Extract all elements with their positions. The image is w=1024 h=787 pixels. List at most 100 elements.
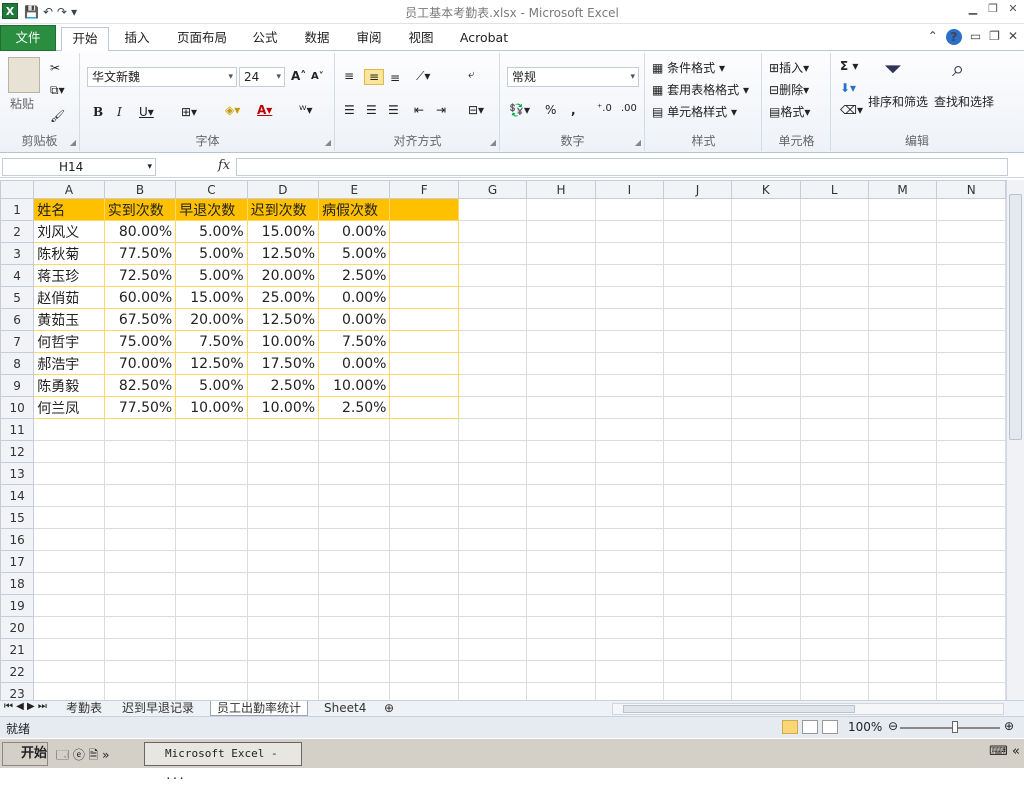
cell-c16[interactable] [175,528,248,551]
cell-g13[interactable] [457,462,528,485]
cell-b18[interactable] [103,572,177,595]
cell-k23[interactable] [731,682,801,700]
taskbar-excel-item[interactable]: Microsoft Excel - ... [144,742,302,782]
cell-a1[interactable]: 姓名 [33,198,105,221]
cell-b21[interactable] [103,638,177,661]
select-all-corner[interactable] [0,180,35,199]
font-size-select[interactable]: 24 ▾ [239,67,285,87]
zoom-level[interactable]: 100% [848,720,882,734]
cell-f4[interactable] [389,264,459,287]
cell-d6[interactable]: 12.50% [246,308,320,331]
cell-m6[interactable] [867,308,938,331]
row-header[interactable]: 23 [0,682,35,700]
cell-i1[interactable] [594,198,664,221]
cell-l8[interactable] [799,352,869,375]
cell-i15[interactable] [594,506,664,529]
cell-a11[interactable] [33,418,105,441]
cell-c1[interactable]: 早退次数 [175,198,248,221]
row-header[interactable]: 11 [0,418,35,441]
cell-b7[interactable]: 75.00% [103,330,177,353]
cell-d16[interactable] [246,528,320,551]
cell-h1[interactable] [526,198,596,221]
formula-input[interactable] [236,158,1008,176]
zoom-out-icon[interactable]: ⊖ [888,719,898,733]
grow-font-icon[interactable]: A˄ [291,69,306,83]
cell-c14[interactable] [175,484,248,507]
vertical-scrollbar[interactable] [1006,180,1024,700]
column-header-e[interactable]: E [318,180,391,199]
cell-f6[interactable] [389,308,459,331]
cell-h15[interactable] [526,506,596,529]
cell-g19[interactable] [457,594,528,617]
find-select-button[interactable]: 查找和选择 [934,93,994,110]
fill-icon[interactable]: ⬇▾ [840,81,856,95]
cell-g8[interactable] [457,352,528,375]
cell-c3[interactable]: 5.00% [175,242,248,265]
cell-n13[interactable] [936,462,1006,485]
name-box[interactable]: H14 ▾ [2,158,156,176]
row-header[interactable]: 1 [0,198,35,221]
cell-l15[interactable] [799,506,869,529]
cell-k8[interactable] [731,352,801,375]
cell-k10[interactable] [731,396,801,419]
cell-b9[interactable]: 82.50% [103,374,177,397]
cell-n4[interactable] [936,264,1006,287]
cell-i19[interactable] [594,594,664,617]
cell-n3[interactable] [936,242,1006,265]
cell-e5[interactable]: 0.00% [318,286,391,309]
cell-l22[interactable] [799,660,869,683]
phonetic-icon[interactable]: ᵂ▾ [299,103,313,117]
row-header[interactable]: 19 [0,594,35,617]
currency-icon[interactable]: 💱▾ [509,103,530,117]
cell-c19[interactable] [175,594,248,617]
row-header[interactable]: 3 [0,242,35,265]
zoom-slider[interactable] [900,721,1000,733]
cell-f12[interactable] [389,440,459,463]
row-header[interactable]: 5 [0,286,35,309]
zoom-in-icon[interactable]: ⊕ [1004,719,1014,733]
page-break-view-icon[interactable] [822,720,838,734]
merge-center-icon[interactable]: ⊟▾ [468,103,484,117]
cell-h14[interactable] [526,484,596,507]
horizontal-scrollbar[interactable] [612,703,1004,715]
cell-h7[interactable] [526,330,596,353]
cell-m20[interactable] [867,616,938,639]
cell-h5[interactable] [526,286,596,309]
cell-n9[interactable] [936,374,1006,397]
cell-l17[interactable] [799,550,869,573]
format-cells-button[interactable]: ▤格式▾ [769,103,810,120]
cell-e16[interactable] [318,528,391,551]
cell-b6[interactable]: 67.50% [103,308,177,331]
cell-n20[interactable] [936,616,1006,639]
cell-i13[interactable] [594,462,664,485]
row-header[interactable]: 7 [0,330,35,353]
cell-g1[interactable] [457,198,528,221]
cell-g16[interactable] [457,528,528,551]
cell-c4[interactable]: 5.00% [175,264,248,287]
cell-h12[interactable] [526,440,596,463]
cell-l11[interactable] [799,418,869,441]
cell-n19[interactable] [936,594,1006,617]
cell-j10[interactable] [662,396,733,419]
column-header-c[interactable]: C [175,180,248,199]
cell-c11[interactable] [175,418,248,441]
cell-m2[interactable] [867,220,938,243]
cell-k16[interactable] [731,528,801,551]
cell-c10[interactable]: 10.00% [175,396,248,419]
cell-c20[interactable] [175,616,248,639]
cell-l14[interactable] [799,484,869,507]
cell-c5[interactable]: 15.00% [175,286,248,309]
cell-d15[interactable] [246,506,320,529]
cell-n6[interactable] [936,308,1006,331]
cell-m8[interactable] [867,352,938,375]
delete-cells-button[interactable]: ⊟删除▾ [769,81,809,98]
cell-g20[interactable] [457,616,528,639]
cell-b13[interactable] [103,462,177,485]
sheet-tab-late-records[interactable]: 迟到早退记录 [116,701,200,716]
row-header[interactable]: 13 [0,462,35,485]
cell-b4[interactable]: 72.50% [103,264,177,287]
cell-m3[interactable] [867,242,938,265]
shrink-font-icon[interactable]: A˅ [311,71,324,82]
cell-h11[interactable] [526,418,596,441]
autosum-icon[interactable]: Σ ▾ [840,59,858,73]
